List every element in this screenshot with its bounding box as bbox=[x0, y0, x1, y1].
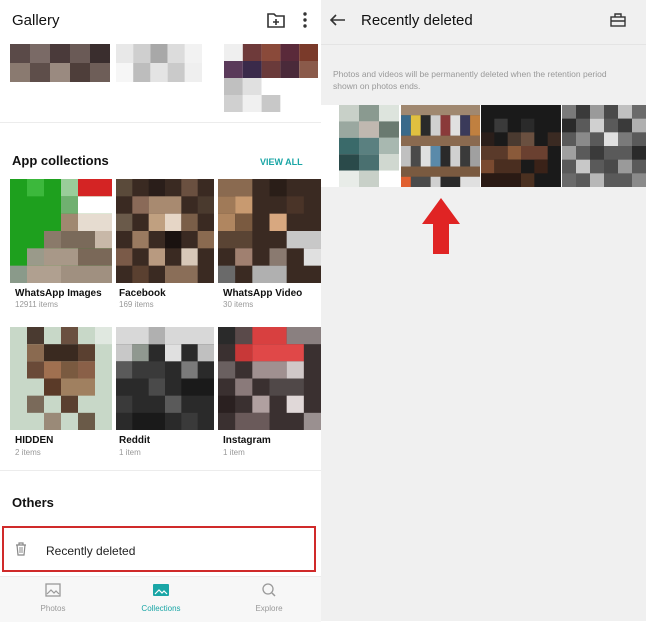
nav-explore-label: Explore bbox=[255, 604, 283, 613]
collection-count: 12911 items bbox=[15, 300, 58, 309]
collections-icon bbox=[152, 584, 170, 601]
nav-collections[interactable]: Collections bbox=[121, 583, 201, 613]
deleted-photo[interactable] bbox=[401, 105, 480, 187]
deleted-photo[interactable] bbox=[562, 105, 646, 187]
retention-notice: Photos and videos will be permanently de… bbox=[333, 69, 607, 91]
section-divider bbox=[0, 470, 321, 471]
nav-explore[interactable]: Explore bbox=[229, 583, 309, 613]
collection-name: Facebook bbox=[119, 288, 166, 299]
back-arrow-icon[interactable] bbox=[329, 11, 347, 29]
collection-facebook[interactable] bbox=[116, 179, 214, 283]
collection-name: Instagram bbox=[223, 435, 271, 446]
collection-name: HIDDEN bbox=[15, 435, 54, 446]
collection-count: 2 items bbox=[15, 448, 41, 457]
gallery-panel: Gallery App collections VIEW ALL WhatsAp… bbox=[0, 0, 321, 622]
recently-deleted-item[interactable]: Recently deleted bbox=[2, 526, 316, 572]
nav-photos-label: Photos bbox=[40, 604, 66, 613]
collection-reddit[interactable] bbox=[116, 327, 214, 430]
photo-icon bbox=[45, 583, 61, 601]
recently-deleted-panel: Recently deleted Photos and videos will … bbox=[321, 0, 646, 621]
collection-name: WhatsApp Images bbox=[15, 288, 102, 299]
nav-photos[interactable]: Photos bbox=[13, 583, 93, 613]
trash-icon bbox=[14, 541, 28, 557]
toolbox-icon[interactable] bbox=[609, 11, 627, 29]
app-collections-heading: App collections bbox=[12, 153, 109, 168]
annotation-arrow-icon bbox=[422, 198, 460, 259]
others-heading: Others bbox=[12, 495, 54, 510]
section-divider bbox=[0, 122, 321, 123]
album-thumbnail[interactable] bbox=[224, 44, 318, 112]
explore-icon bbox=[261, 583, 277, 601]
collection-whatsapp-images[interactable] bbox=[10, 179, 112, 283]
collection-name: Reddit bbox=[119, 435, 151, 446]
collection-hidden[interactable] bbox=[10, 327, 112, 430]
bottom-navigation: Photos Collections Explore bbox=[0, 576, 321, 622]
recently-deleted-label: Recently deleted bbox=[46, 544, 136, 558]
more-vert-icon[interactable] bbox=[298, 11, 312, 29]
album-thumbnail[interactable] bbox=[116, 44, 202, 82]
gallery-title: Gallery bbox=[12, 12, 60, 29]
view-all-link[interactable]: VIEW ALL bbox=[260, 157, 303, 167]
nav-collections-label: Collections bbox=[141, 604, 181, 613]
recently-deleted-title: Recently deleted bbox=[361, 12, 473, 29]
deleted-photo[interactable] bbox=[481, 105, 561, 187]
collection-count: 169 items bbox=[119, 300, 154, 309]
add-folder-icon[interactable] bbox=[266, 11, 286, 29]
collection-whatsapp-video[interactable] bbox=[218, 179, 321, 283]
collection-name: WhatsApp Video bbox=[223, 288, 303, 299]
collection-count: 1 item bbox=[223, 448, 245, 457]
collection-count: 1 item bbox=[119, 448, 141, 457]
collection-count: 30 items bbox=[223, 300, 254, 309]
album-thumbnail[interactable] bbox=[10, 44, 110, 82]
collection-instagram[interactable] bbox=[218, 327, 321, 430]
deleted-photo[interactable] bbox=[339, 105, 399, 187]
deleted-items-grid bbox=[321, 105, 646, 187]
